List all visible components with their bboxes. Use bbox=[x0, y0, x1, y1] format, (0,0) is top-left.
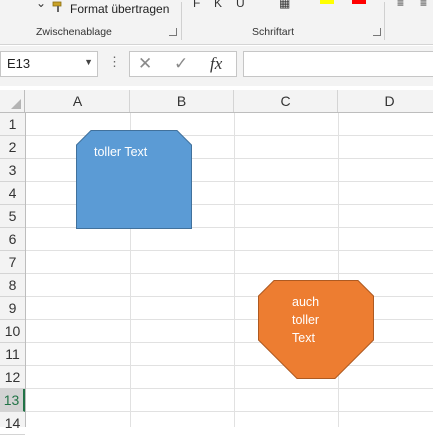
cancel-icon[interactable]: ✕ bbox=[138, 54, 152, 74]
shape-text-line: Text bbox=[292, 331, 315, 345]
insert-function-icon[interactable]: fx bbox=[210, 54, 222, 74]
row-header[interactable]: 10 bbox=[0, 320, 25, 343]
formula-bar: E13 ▼ ⋮ ✕ ✓ fx bbox=[0, 46, 433, 86]
align-icon[interactable]: ≡ bbox=[420, 0, 427, 10]
name-box-value: E13 bbox=[7, 56, 31, 71]
spreadsheet-grid[interactable]: A B C D 1 2 3 4 5 6 7 8 9 10 11 12 13 14 bbox=[0, 90, 433, 435]
grid-line bbox=[26, 273, 433, 274]
fill-color-icon[interactable] bbox=[320, 0, 334, 4]
shape-text-line: toller Text bbox=[94, 145, 148, 159]
row-header[interactable]: 12 bbox=[0, 366, 25, 389]
dropdown-arrow-icon[interactable]: ⌄ bbox=[36, 0, 46, 10]
blue-shape-text: toller Text bbox=[94, 143, 147, 161]
select-all-button[interactable] bbox=[0, 90, 25, 112]
column-header-d[interactable]: D bbox=[338, 90, 433, 112]
row-header[interactable]: 2 bbox=[0, 136, 25, 159]
grid-line bbox=[338, 113, 339, 427]
column-headers: A B C D bbox=[0, 90, 433, 113]
format-painter-label: Format übertragen bbox=[70, 1, 170, 16]
row-header[interactable]: 7 bbox=[0, 251, 25, 274]
formula-input[interactable] bbox=[243, 51, 433, 77]
row-header-active[interactable]: 13 bbox=[0, 389, 25, 412]
row-header[interactable]: 4 bbox=[0, 182, 25, 205]
column-header-c[interactable]: C bbox=[234, 90, 338, 112]
dialog-launcher-icon[interactable] bbox=[373, 28, 381, 36]
orange-shape-text: auch toller Text bbox=[292, 293, 319, 347]
chevron-down-icon[interactable]: ▼ bbox=[84, 57, 93, 67]
paintbrush-icon bbox=[52, 1, 66, 16]
row-header[interactable]: 3 bbox=[0, 159, 25, 182]
dialog-launcher-icon[interactable] bbox=[169, 28, 177, 36]
grid-line bbox=[26, 250, 433, 251]
underline-icon[interactable]: U bbox=[236, 0, 245, 10]
borders-icon[interactable]: ▦ bbox=[279, 0, 290, 10]
shape-text-line: toller bbox=[292, 313, 320, 327]
ribbon: ⌄ Format übertragen F K U ▦ ≡ ≡ Zwischen… bbox=[0, 0, 433, 45]
more-options-icon[interactable]: ⋮ bbox=[108, 54, 121, 70]
bold-icon[interactable]: F bbox=[193, 0, 200, 10]
column-header-b[interactable]: B bbox=[130, 90, 234, 112]
font-color-icon[interactable] bbox=[352, 0, 366, 4]
grid-line bbox=[26, 388, 433, 389]
group-separator bbox=[181, 2, 182, 40]
row-header[interactable]: 8 bbox=[0, 274, 25, 297]
row-header[interactable]: 5 bbox=[0, 205, 25, 228]
formula-buttons: ✕ ✓ fx bbox=[129, 51, 237, 77]
column-header-a[interactable]: A bbox=[26, 90, 130, 112]
row-header[interactable]: 9 bbox=[0, 297, 25, 320]
row-header[interactable]: 11 bbox=[0, 343, 25, 366]
name-box[interactable]: E13 ▼ bbox=[0, 51, 98, 77]
format-painter-button[interactable]: Format übertragen bbox=[52, 1, 169, 16]
align-icon[interactable]: ≡ bbox=[397, 0, 404, 10]
grid-line bbox=[26, 411, 433, 412]
group-separator bbox=[384, 2, 385, 40]
cell-area[interactable]: toller Text auch toller Text bbox=[26, 113, 433, 427]
clipboard-group-label: Zwischenablage bbox=[36, 26, 112, 38]
row-header[interactable]: 14 bbox=[0, 412, 25, 435]
shape-text-line: auch bbox=[292, 295, 320, 309]
row-header[interactable]: 6 bbox=[0, 228, 25, 251]
enter-icon[interactable]: ✓ bbox=[174, 54, 188, 74]
grid-line bbox=[234, 113, 235, 427]
row-headers: 1 2 3 4 5 6 7 8 9 10 11 12 13 14 bbox=[0, 113, 26, 435]
select-all-icon bbox=[11, 99, 21, 109]
italic-icon[interactable]: K bbox=[214, 0, 222, 10]
row-header[interactable]: 1 bbox=[0, 113, 25, 136]
font-group-label: Schriftart bbox=[252, 26, 295, 38]
